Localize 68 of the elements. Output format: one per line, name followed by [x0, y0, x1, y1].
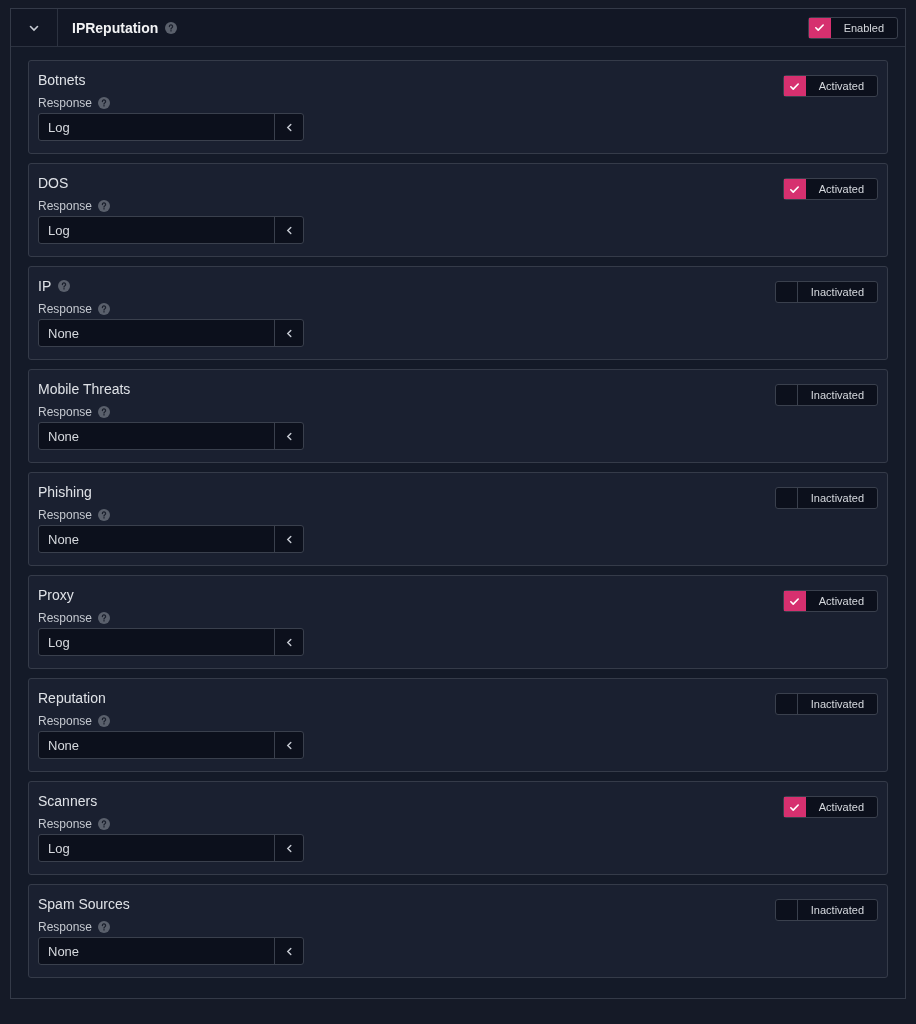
help-icon[interactable] — [98, 818, 111, 830]
checkbox[interactable] — [783, 179, 806, 199]
toggle-button[interactable]: Inactivated — [774, 899, 878, 921]
category-name: Reputation — [38, 690, 106, 706]
response-select[interactable]: Log — [38, 628, 304, 656]
checkbox[interactable] — [783, 591, 806, 611]
check-icon — [788, 80, 800, 92]
response-select[interactable]: None — [38, 937, 304, 965]
field-label: Response — [38, 611, 93, 625]
caret-icon — [285, 740, 293, 750]
response-select[interactable]: Log — [38, 834, 304, 862]
caret-icon — [285, 431, 293, 441]
check-icon — [788, 595, 800, 607]
checkbox[interactable] — [783, 797, 806, 817]
field-label: Response — [38, 405, 93, 419]
field-label: Response — [38, 920, 93, 934]
category-name: DOS — [38, 175, 69, 191]
checkbox[interactable] — [783, 76, 806, 96]
response-select[interactable]: Log — [38, 113, 304, 141]
help-icon[interactable] — [58, 280, 71, 292]
help-icon[interactable] — [165, 21, 178, 34]
toggle-button[interactable]: Inactivated — [774, 487, 878, 509]
help-icon[interactable] — [98, 509, 111, 521]
field-label: Response — [38, 302, 93, 316]
toggle-button[interactable]: Activated — [782, 178, 878, 200]
caret-icon — [285, 328, 293, 338]
help-icon[interactable] — [98, 97, 111, 109]
category-name: IP — [38, 278, 52, 294]
caret-icon — [285, 946, 293, 956]
field-label: Response — [38, 714, 93, 728]
help-icon[interactable] — [98, 200, 111, 212]
toggle-button[interactable]: Inactivated — [774, 693, 878, 715]
help-icon[interactable] — [98, 406, 111, 418]
toggle-button[interactable]: Activated — [782, 590, 878, 612]
category-name: Scanners — [38, 793, 98, 809]
field-label: Response — [38, 199, 93, 213]
category-name: Proxy — [38, 587, 74, 603]
field-label: Response — [38, 817, 93, 831]
toggle-button[interactable]: Activated — [782, 75, 878, 97]
help-icon[interactable] — [98, 612, 111, 624]
field-label: Response — [38, 508, 93, 522]
response-select[interactable]: None — [38, 422, 304, 450]
check-icon — [788, 801, 800, 813]
caret-icon — [285, 637, 293, 647]
help-icon[interactable] — [98, 715, 111, 727]
toggle-button[interactable]: Activated — [782, 796, 878, 818]
toggle-button[interactable]: Inactivated — [774, 384, 878, 406]
caret-icon — [285, 534, 293, 544]
caret-icon — [285, 843, 293, 853]
toggle-button[interactable]: Enabled — [807, 16, 898, 39]
response-select[interactable]: None — [38, 319, 304, 347]
field-label: Response — [38, 96, 93, 110]
help-icon[interactable] — [98, 921, 111, 933]
checkbox[interactable] — [808, 17, 831, 38]
section-title: IPReputation — [72, 19, 159, 36]
check-icon — [813, 22, 825, 33]
check-icon — [788, 183, 800, 195]
caret-icon — [285, 122, 293, 132]
category-name: Mobile Threats — [38, 381, 131, 397]
category-name: Phishing — [38, 484, 92, 500]
response-select[interactable]: Log — [38, 216, 304, 244]
response-select[interactable]: None — [38, 525, 304, 553]
category-name: Botnets — [38, 72, 86, 88]
help-icon[interactable] — [98, 303, 111, 315]
response-select[interactable]: None — [38, 731, 304, 759]
caret-icon — [285, 225, 293, 235]
category-name: Spam Sources — [38, 896, 130, 912]
toggle-button[interactable]: Inactivated — [774, 281, 878, 303]
